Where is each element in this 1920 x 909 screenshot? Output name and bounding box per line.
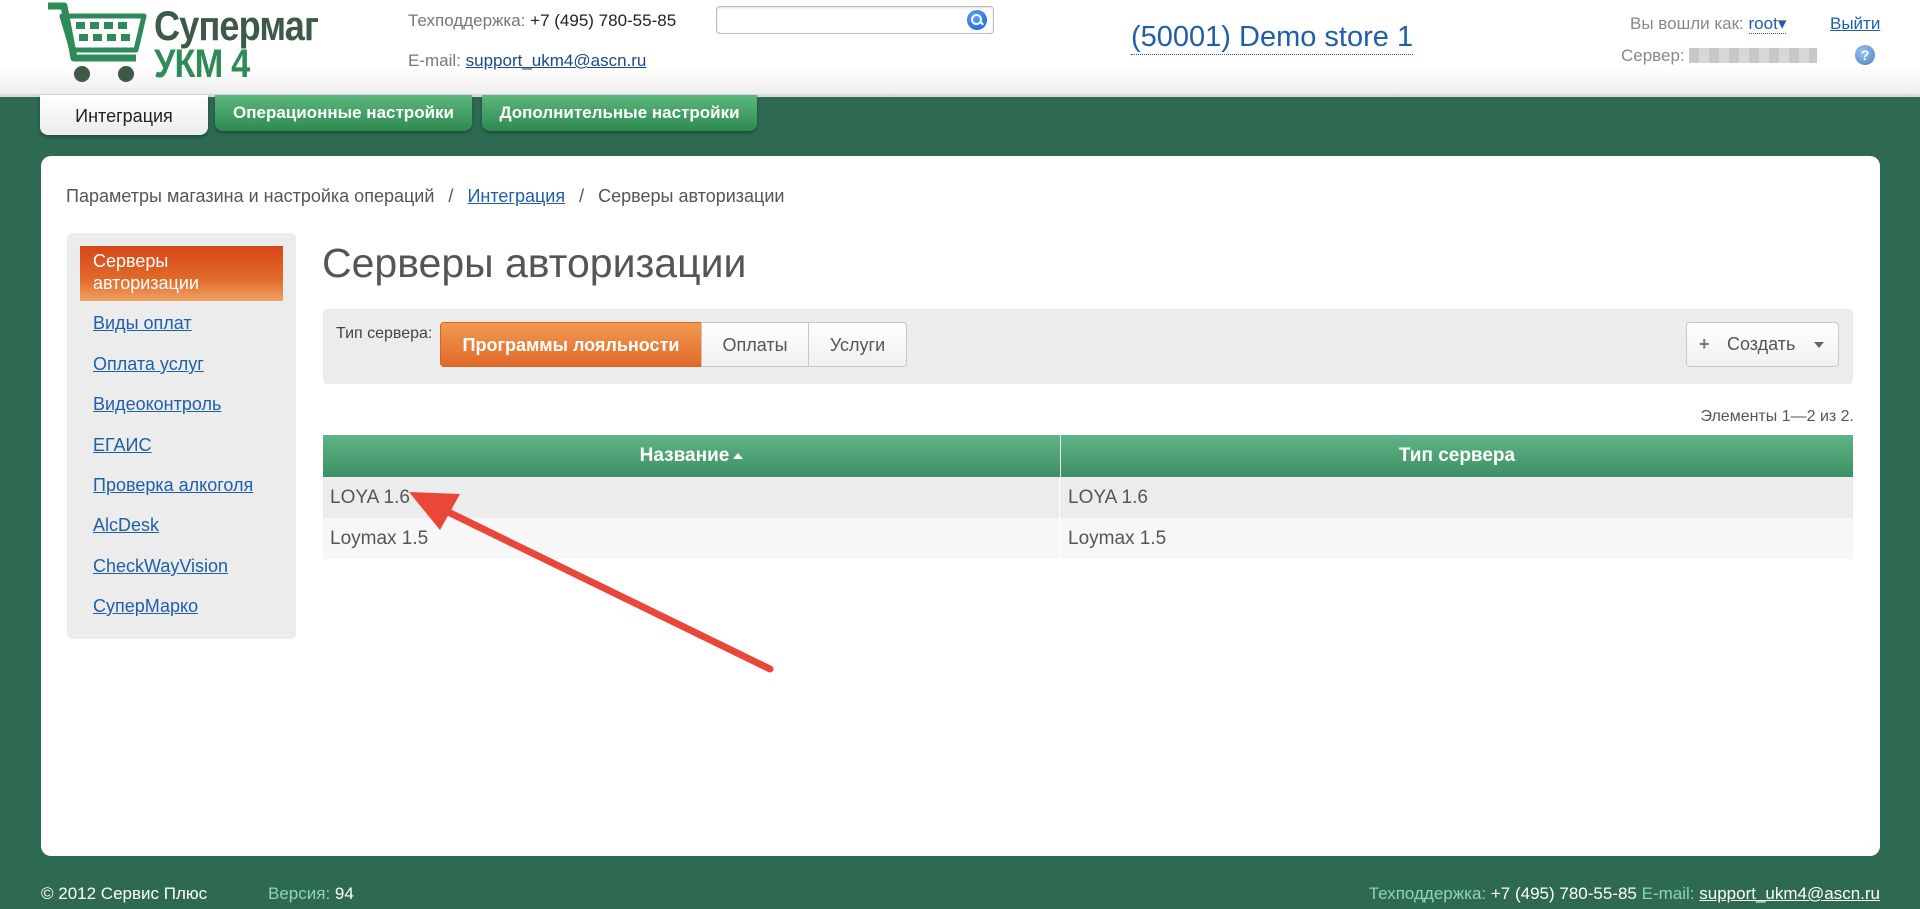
footer-support: Техподдержка: +7 (495) 780-55-85 E-mail:… bbox=[1369, 884, 1880, 904]
footer-version: Версия: 94 bbox=[268, 884, 354, 904]
breadcrumb-root: Параметры магазина и настройка операций bbox=[66, 186, 435, 206]
column-header-name-label: Название bbox=[639, 445, 730, 466]
breadcrumb-separator: / bbox=[579, 186, 585, 206]
table-cell-server-type: LOYA 1.6 bbox=[1068, 487, 1148, 508]
user-name: root bbox=[1748, 14, 1778, 33]
store-selector[interactable]: (50001) Demo store 1 bbox=[1131, 20, 1414, 55]
search-icon[interactable] bbox=[967, 10, 987, 30]
caret-down-icon bbox=[1814, 342, 1824, 348]
sidebar-item-service-payment[interactable]: Оплата услуг bbox=[93, 354, 204, 375]
footer-support-label: Техподдержка: bbox=[1368, 884, 1487, 903]
sidebar-item-supermarko[interactable]: СуперМарко bbox=[93, 596, 198, 617]
filter-loyalty-programs[interactable]: Программы лояльности bbox=[440, 322, 702, 367]
sidebar-item-video-control[interactable]: Видеоконтроль bbox=[93, 394, 221, 415]
footer-support-phone: +7 (495) 780-55-85 bbox=[1490, 884, 1637, 903]
sidebar-item-egais[interactable]: ЕГАИС bbox=[93, 435, 152, 456]
login-info: Вы вошли как: root▾ bbox=[1630, 14, 1787, 34]
table-cell-name: Loymax 1.5 bbox=[323, 518, 1060, 559]
tab-integration[interactable]: Интеграция bbox=[40, 95, 208, 135]
support-label: Техподдержка: bbox=[408, 11, 526, 30]
chevron-down-icon: ▾ bbox=[1777, 14, 1787, 33]
help-icon[interactable]: ? bbox=[1855, 45, 1875, 65]
shopping-cart-icon bbox=[48, 2, 147, 82]
column-header-server-type[interactable]: Тип сервера bbox=[1061, 435, 1853, 477]
breadcrumb-current: Серверы авторизации bbox=[598, 186, 785, 206]
email-link[interactable]: support_ukm4@ascn.ru bbox=[466, 51, 647, 70]
sort-asc-icon bbox=[733, 452, 744, 459]
filter-payments[interactable]: Оплаты bbox=[701, 322, 809, 367]
table-header: Название Тип сервера bbox=[323, 435, 1853, 477]
logo[interactable]: Супермаг УКМ 4 bbox=[44, 0, 319, 88]
footer-version-value: 94 bbox=[334, 884, 354, 903]
page-title: Серверы авторизации bbox=[322, 240, 747, 286]
footer-email-label: E-mail: bbox=[1641, 884, 1695, 903]
logout-link[interactable]: Выйти bbox=[1830, 14, 1880, 34]
tab-operational-settings[interactable]: Операционные настройки bbox=[215, 95, 472, 131]
user-menu[interactable]: root▾ bbox=[1748, 14, 1787, 34]
sidebar-item-alcohol-check[interactable]: Проверка алкоголя bbox=[93, 475, 253, 496]
table-cell-name: LOYA 1.6 bbox=[323, 477, 1060, 518]
search-input[interactable] bbox=[716, 6, 994, 34]
items-count: Элементы 1—2 из 2. bbox=[1700, 408, 1854, 425]
email-label: E-mail: bbox=[408, 51, 461, 70]
breadcrumb-separator: / bbox=[448, 186, 454, 206]
server-value-redacted bbox=[1689, 48, 1817, 63]
support-phone-value: +7 (495) 780-55-85 bbox=[530, 11, 677, 30]
login-label: Вы вошли как: bbox=[1630, 14, 1744, 33]
sidebar-item-auth-servers[interactable]: Серверы авторизации bbox=[80, 246, 283, 301]
plus-icon: + bbox=[1699, 334, 1710, 354]
column-header-name[interactable]: Название bbox=[323, 435, 1061, 477]
logo-subtitle: УКМ 4 bbox=[154, 42, 250, 86]
footer-email-link[interactable]: support_ukm4@ascn.ru bbox=[1699, 884, 1880, 903]
footer-copyright: © 2012 Сервис Плюс bbox=[41, 884, 208, 903]
create-button[interactable]: + Создать bbox=[1686, 322, 1839, 367]
breadcrumb-link-integration[interactable]: Интеграция bbox=[467, 186, 565, 206]
create-label: Создать bbox=[1727, 334, 1796, 354]
tab-additional-settings[interactable]: Дополнительные настройки bbox=[482, 95, 757, 131]
support-phone: Техподдержка: +7 (495) 780-55-85 bbox=[408, 11, 676, 31]
table-row[interactable]: Loymax 1.5 Loymax 1.5 bbox=[323, 518, 1853, 559]
sidebar-item-alcdesk[interactable]: AlcDesk bbox=[93, 515, 159, 536]
sidebar-item-payment-types[interactable]: Виды оплат bbox=[93, 313, 192, 334]
filter-label: Тип сервера: bbox=[336, 325, 433, 342]
support-email: E-mail: support_ukm4@ascn.ru bbox=[408, 51, 646, 71]
sidebar-item-checkwayvision[interactable]: CheckWayVision bbox=[93, 556, 228, 577]
breadcrumb: Параметры магазина и настройка операций … bbox=[66, 186, 784, 207]
table-cell-server-type: Loymax 1.5 bbox=[1068, 528, 1167, 549]
table-row[interactable]: LOYA 1.6 LOYA 1.6 bbox=[323, 477, 1853, 518]
footer-version-label: Версия: bbox=[268, 884, 331, 903]
filter-services[interactable]: Услуги bbox=[808, 322, 907, 367]
server-label: Сервер: bbox=[1621, 46, 1685, 65]
header-bar: Супермаг УКМ 4 Техподдержка: +7 (495) 78… bbox=[0, 0, 1920, 97]
